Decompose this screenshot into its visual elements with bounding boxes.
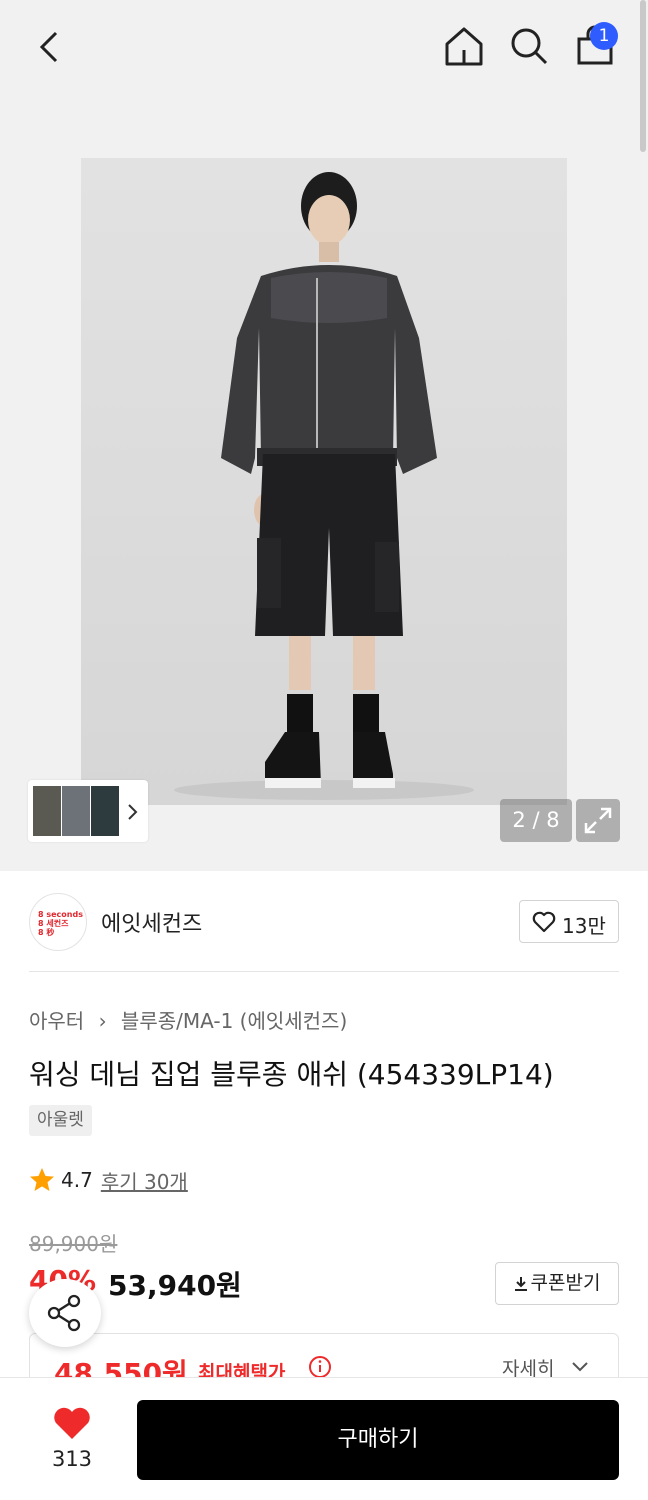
thumbnail[interactable] bbox=[62, 786, 90, 836]
brand-logo-text: 8 seconds bbox=[38, 910, 83, 919]
original-price: 89,900원 bbox=[29, 1232, 118, 1256]
coupon-label: 쿠폰받기 bbox=[530, 1272, 601, 1294]
chevron-right-icon: › bbox=[98, 1009, 107, 1033]
sale-price: 53,940원 bbox=[108, 1269, 242, 1302]
back-button[interactable] bbox=[30, 26, 72, 68]
chevron-right-icon[interactable] bbox=[124, 802, 140, 822]
brand-like-count: 13만 bbox=[562, 914, 606, 938]
buy-button[interactable]: 구매하기 bbox=[137, 1400, 619, 1480]
chevron-down-icon[interactable] bbox=[570, 1360, 590, 1374]
model-photo bbox=[174, 172, 474, 800]
product-image[interactable] bbox=[81, 158, 567, 805]
star-icon bbox=[30, 1168, 54, 1191]
share-icon bbox=[47, 1294, 81, 1332]
brand-like-button[interactable]: 13만 bbox=[519, 900, 619, 943]
share-button[interactable] bbox=[29, 1279, 101, 1347]
brand-logo-text: 8 秒 bbox=[38, 928, 55, 937]
bottom-action-bar: 313 구매하기 bbox=[0, 1377, 648, 1500]
divider bbox=[29, 971, 619, 972]
search-icon bbox=[511, 28, 548, 65]
search-button[interactable] bbox=[507, 24, 551, 68]
breadcrumb-item[interactable]: 아우터 bbox=[29, 1009, 84, 1033]
brand-logo-text: 8 세컨즈 bbox=[38, 919, 69, 928]
home-icon bbox=[445, 27, 483, 66]
expand-icon bbox=[584, 807, 612, 834]
chevron-left-icon bbox=[39, 31, 58, 63]
coupon-button[interactable]: 쿠폰받기 bbox=[495, 1262, 619, 1305]
thumbnail[interactable] bbox=[33, 786, 61, 836]
download-icon bbox=[514, 1277, 527, 1291]
product-gallery[interactable]: 1 2 / 8 bbox=[0, 0, 648, 871]
top-navigation: 1 bbox=[0, 0, 648, 92]
review-link[interactable]: 후기 30개 bbox=[101, 1166, 188, 1195]
brand-name[interactable]: 에잇세컨즈 bbox=[101, 906, 202, 938]
rating-value: 4.7 bbox=[61, 1168, 93, 1192]
heart-outline-icon bbox=[532, 911, 556, 933]
home-button[interactable] bbox=[442, 24, 486, 68]
image-counter: 2 / 8 bbox=[500, 799, 572, 842]
wishlist-count: 313 bbox=[51, 1447, 93, 1471]
wishlist-button[interactable]: 313 bbox=[30, 1402, 114, 1482]
heart-filled-icon bbox=[54, 1407, 90, 1439]
cart-count-badge: 1 bbox=[590, 22, 618, 50]
thumbnail[interactable] bbox=[91, 786, 119, 836]
brand-logo[interactable]: 8 seconds 8 세컨즈 8 秒 bbox=[29, 893, 87, 951]
product-title: 워싱 데님 집업 블루종 애쉬 (454339LP14) bbox=[29, 1058, 554, 1091]
expand-button[interactable] bbox=[576, 799, 620, 842]
breadcrumb: 아우터 › 블루종/MA-1 (에잇세컨즈) bbox=[29, 1005, 347, 1034]
rating-row: 4.7 후기 30개 bbox=[29, 1165, 188, 1195]
breadcrumb-item[interactable]: 블루종/MA-1 (에잇세컨즈) bbox=[121, 1009, 347, 1033]
product-tag: 아울렛 bbox=[29, 1105, 92, 1136]
